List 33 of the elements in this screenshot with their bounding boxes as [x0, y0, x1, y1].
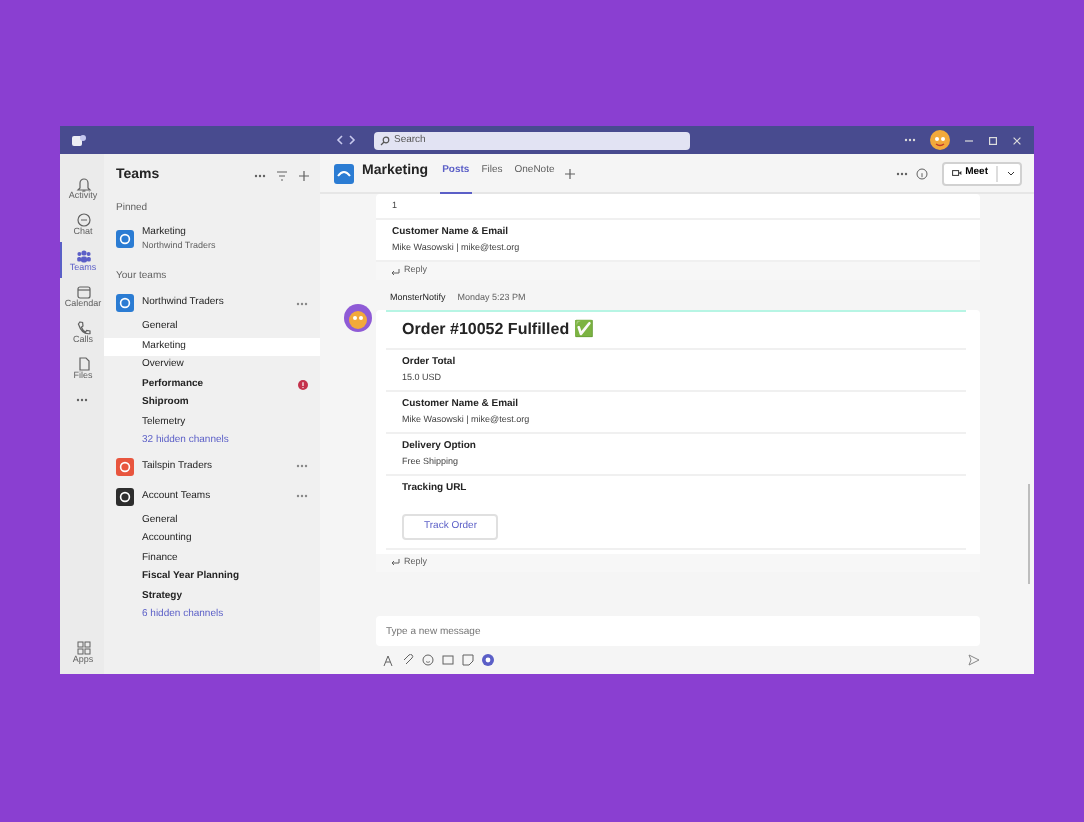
- search-icon: [380, 135, 390, 145]
- reply-arrow-icon: [390, 558, 400, 567]
- gif-icon[interactable]: [442, 653, 454, 665]
- phone-icon: [75, 319, 91, 336]
- close-icon[interactable]: [1012, 135, 1022, 145]
- card-title: Order #10052 Fulfilled ✅: [386, 311, 966, 350]
- scrollbar[interactable]: [1027, 484, 1030, 584]
- bell-icon: [75, 175, 91, 192]
- reply-arrow-icon: [390, 267, 400, 275]
- more-options-icon[interactable]: [296, 464, 308, 469]
- minimize-icon[interactable]: [964, 135, 974, 145]
- loop-icon[interactable]: [482, 653, 494, 665]
- send-icon[interactable]: [968, 653, 980, 665]
- more-options-icon[interactable]: [296, 494, 308, 499]
- calendar-icon: [75, 283, 91, 300]
- profile-avatar-icon[interactable]: [930, 130, 950, 150]
- people-icon: [75, 247, 91, 264]
- maximize-icon[interactable]: [988, 135, 998, 145]
- camera-icon: [951, 168, 962, 178]
- file-icon: [75, 355, 91, 372]
- bot-avatar-icon: [344, 304, 372, 332]
- channel-avatar-icon: [334, 163, 354, 183]
- info-icon[interactable]: [915, 167, 928, 179]
- more-options-icon[interactable]: [296, 301, 308, 306]
- paperclip-icon[interactable]: [402, 653, 414, 665]
- teams-logo-icon: [72, 133, 86, 147]
- format-icon[interactable]: [382, 653, 394, 665]
- sticker-icon[interactable]: [462, 653, 474, 665]
- chat-bubble-icon: [75, 211, 91, 228]
- add-tab-icon[interactable]: [564, 167, 577, 179]
- add-icon[interactable]: [298, 170, 310, 182]
- apps-grid-icon: [75, 639, 91, 656]
- emoji-icon[interactable]: [422, 653, 434, 665]
